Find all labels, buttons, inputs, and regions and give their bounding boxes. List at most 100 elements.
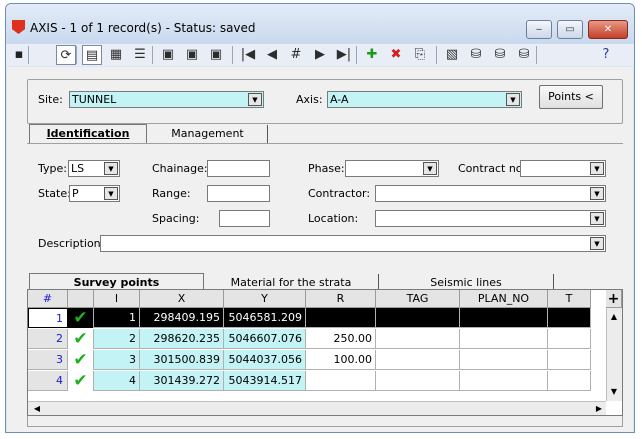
help-icon[interactable]: ? [596, 45, 616, 65]
cell-x[interactable]: 298409.195 [140, 308, 224, 328]
survey-points-grid[interactable]: # I X Y R TAG PLAN_NO T +1 ✔ 1 298409.195 5046581.20… [27, 289, 623, 416]
next-record-icon[interactable]: ▶ [310, 45, 330, 65]
title-bar[interactable]: AXIS - 1 of 1 record(s) - Status: saved … [6, 4, 634, 44]
close-button[interactable]: ✕ [588, 20, 628, 39]
column-header[interactable] [68, 290, 94, 308]
column-header[interactable]: R [306, 290, 376, 308]
chevron-down-icon[interactable]: ▼ [248, 93, 262, 106]
contract-select[interactable]: ▼ [520, 160, 606, 177]
chevron-down-icon[interactable]: ▼ [423, 162, 437, 175]
state-value: P [72, 187, 79, 200]
add-record-icon[interactable]: ✚ [362, 45, 382, 65]
cell-y[interactable]: 5043914.517 [224, 371, 306, 391]
cell-tag[interactable] [376, 371, 460, 391]
cell-plan-no[interactable] [460, 350, 548, 370]
list-view-icon[interactable]: ☰ [130, 45, 150, 65]
cell-r[interactable]: 100.00 [306, 350, 376, 370]
tab-identification[interactable]: Identification [29, 124, 147, 143]
location-select[interactable]: ▼ [375, 210, 606, 227]
cell-r[interactable] [306, 308, 376, 328]
range-input[interactable] [207, 185, 270, 202]
cell-r[interactable] [306, 371, 376, 391]
cell-tag[interactable] [376, 308, 460, 328]
cell-plan-no[interactable] [460, 329, 548, 349]
chevron-down-icon[interactable]: ▼ [590, 237, 604, 250]
column-header[interactable]: Y [224, 290, 306, 308]
type-select[interactable]: LS ▼ [68, 160, 120, 177]
maximize-button[interactable]: ▭ [557, 20, 583, 39]
column-header[interactable]: T [548, 290, 591, 308]
cell-y[interactable]: 5046607.076 [224, 329, 306, 349]
cell-t[interactable] [548, 371, 591, 391]
column-header[interactable]: # [28, 290, 68, 308]
phase-select[interactable]: ▼ [345, 160, 439, 177]
chevron-down-icon[interactable]: ▼ [104, 187, 118, 200]
chevron-down-icon[interactable]: ▼ [506, 93, 520, 106]
prev-record-icon[interactable]: ◀ [262, 45, 282, 65]
axis-select[interactable]: A-A ▼ [327, 91, 522, 108]
cell-tag[interactable] [376, 350, 460, 370]
cell-tag[interactable] [376, 329, 460, 349]
form-view-icon[interactable]: ▤ [82, 45, 102, 65]
scroll-left-icon[interactable]: ◀ [30, 402, 44, 415]
tab-management[interactable]: Management [148, 125, 268, 143]
print-icon[interactable]: ▣ [158, 45, 178, 65]
horizontal-scrollbar[interactable] [28, 401, 606, 415]
state-select[interactable]: P ▼ [69, 185, 120, 202]
column-header[interactable]: TAG [376, 290, 460, 308]
cell-i[interactable]: 2 [94, 329, 140, 349]
points-button[interactable]: Points < [539, 85, 603, 109]
print-preview-icon[interactable]: ▣ [182, 45, 202, 65]
cell-t[interactable] [548, 350, 591, 370]
scroll-down-icon[interactable]: ▼ [606, 385, 622, 399]
cell-x[interactable]: 301500.839 [140, 350, 224, 370]
spacing-input[interactable] [219, 210, 270, 227]
cell-t[interactable] [548, 308, 591, 328]
cell-i[interactable]: 4 [94, 371, 140, 391]
cell-y[interactable]: 5046581.209 [224, 308, 306, 328]
save-icon[interactable]: ▪ [9, 45, 29, 65]
chevron-down-icon[interactable]: ▼ [590, 162, 604, 175]
last-record-icon[interactable]: ▶| [334, 45, 354, 65]
row-number[interactable]: 1 [28, 308, 68, 328]
goto-record-icon[interactable]: # [286, 45, 306, 65]
scroll-up-icon[interactable]: ▲ [606, 310, 622, 324]
cell-r[interactable]: 250.00 [306, 329, 376, 349]
description-select[interactable]: ▼ [100, 235, 606, 252]
site-select[interactable]: TUNNEL ▼ [69, 91, 264, 108]
chainage-input[interactable] [207, 160, 270, 177]
add-column-icon[interactable]: + [606, 290, 622, 308]
chevron-down-icon[interactable]: ▼ [590, 187, 604, 200]
cell-x[interactable]: 301439.272 [140, 371, 224, 391]
column-header[interactable]: X [140, 290, 224, 308]
cell-i[interactable]: 1 [94, 308, 140, 328]
delete-record-icon[interactable]: ✖ [386, 45, 406, 65]
cell-y[interactable]: 5044037.056 [224, 350, 306, 370]
cell-i[interactable]: 3 [94, 350, 140, 370]
print-cancel-icon[interactable]: ▣ [206, 45, 226, 65]
row-number[interactable]: 3 [28, 350, 68, 370]
table-view-icon[interactable]: ▦ [106, 45, 126, 65]
row-number[interactable]: 2 [28, 329, 68, 349]
row-number[interactable]: 4 [28, 371, 68, 391]
cell-plan-no[interactable] [460, 371, 548, 391]
scroll-right-icon[interactable]: ▶ [592, 402, 606, 415]
copy-record-icon[interactable]: ⎘ [410, 45, 430, 65]
cell-x[interactable]: 298620.235 [140, 329, 224, 349]
description-label: Description: [38, 237, 105, 250]
column-header[interactable]: PLAN_NO [460, 290, 548, 308]
toolbar-separator [28, 46, 29, 64]
contractor-select[interactable]: ▼ [375, 185, 606, 202]
database-import-icon[interactable]: ⛁ [514, 45, 534, 65]
first-record-icon[interactable]: |◀ [238, 45, 258, 65]
attachment-icon[interactable]: ▧ [442, 45, 462, 65]
minimize-button[interactable]: ‒ [526, 20, 552, 39]
database-link-icon[interactable]: ⛁ [466, 45, 486, 65]
cell-plan-no[interactable] [460, 308, 548, 328]
column-header[interactable]: I [94, 290, 140, 308]
chevron-down-icon[interactable]: ▼ [104, 162, 118, 175]
refresh-icon[interactable]: ⟳ [56, 45, 76, 65]
cell-t[interactable] [548, 329, 591, 349]
database-export-icon[interactable]: ⛁ [490, 45, 510, 65]
chevron-down-icon[interactable]: ▼ [590, 212, 604, 225]
